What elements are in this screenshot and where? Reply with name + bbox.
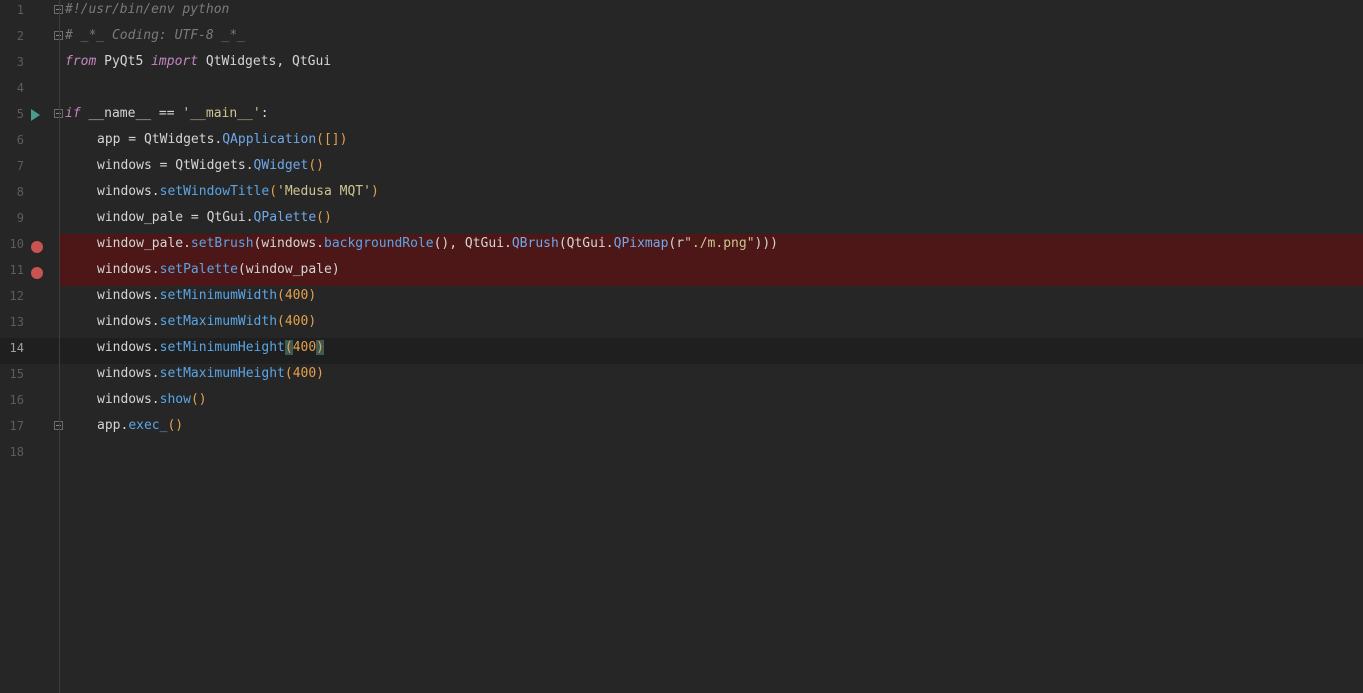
line-number: 5	[16, 107, 24, 121]
line-number: 13	[9, 315, 24, 329]
breakpoint-icon[interactable]	[31, 241, 43, 253]
code-line-4[interactable]: 4	[0, 78, 1363, 104]
code-text[interactable]: windows = QtWidgets.QWidget()	[65, 156, 324, 182]
code-text[interactable]: windows.show()	[65, 390, 207, 416]
line-number: 8	[16, 185, 24, 199]
line-number: 10	[9, 237, 24, 251]
line-number: 4	[16, 81, 24, 95]
line-number: 6	[16, 133, 24, 147]
code-line-8[interactable]: 8 windows.setWindowTitle('Medusa MQT')	[0, 182, 1363, 208]
code-line-3[interactable]: 3 from PyQt5 import QtWidgets, QtGui	[0, 52, 1363, 78]
line-number: 2	[16, 29, 24, 43]
code-line-7[interactable]: 7 windows = QtWidgets.QWidget()	[0, 156, 1363, 182]
line-number: 7	[16, 159, 24, 173]
code-text[interactable]: from PyQt5 import QtWidgets, QtGui	[65, 52, 331, 78]
line-number: 11	[9, 263, 24, 277]
code-text[interactable]: window_pale.setBrush(windows.backgroundR…	[65, 234, 778, 260]
code-text[interactable]: if __name__ == '__main__':	[65, 104, 269, 130]
code-line-17[interactable]: 17 app.exec_()	[0, 416, 1363, 442]
code-line-13[interactable]: 13 windows.setMaximumWidth(400)	[0, 312, 1363, 338]
line-number: 12	[9, 289, 24, 303]
code-text[interactable]: windows.setMaximumWidth(400)	[65, 312, 316, 338]
code-text[interactable]: windows.setPalette(window_pale)	[65, 260, 340, 286]
code-line-14[interactable]: 14 windows.setMinimumHeight(400)	[0, 338, 1363, 364]
code-text[interactable]: #!/usr/bin/env python	[65, 0, 229, 26]
line-number: 18	[9, 445, 24, 459]
line-number: 3	[16, 55, 24, 69]
line-number: 15	[9, 367, 24, 381]
line-number: 14	[9, 341, 24, 355]
line-number: 17	[9, 419, 24, 433]
code-line-9[interactable]: 9 window_pale = QtGui.QPalette()	[0, 208, 1363, 234]
code-line-10[interactable]: 10 window_pale.setBrush(windows.backgrou…	[0, 234, 1363, 260]
code-line-11[interactable]: 11 windows.setPalette(window_pale)	[0, 260, 1363, 286]
matched-paren: )	[316, 340, 324, 355]
code-text[interactable]: window_pale = QtGui.QPalette()	[65, 208, 332, 234]
code-line-5[interactable]: 5 if __name__ == '__main__':	[0, 104, 1363, 130]
code-line-1[interactable]: 1 #!/usr/bin/env python	[0, 0, 1363, 26]
code-line-6[interactable]: 6 app = QtWidgets.QApplication([])	[0, 130, 1363, 156]
code-line-16[interactable]: 16 windows.show()	[0, 390, 1363, 416]
code-line-12[interactable]: 12 windows.setMinimumWidth(400)	[0, 286, 1363, 312]
code-text[interactable]: windows.setWindowTitle('Medusa MQT')	[65, 182, 379, 208]
code-text[interactable]: # _*_ Coding: UTF-8 _*_	[65, 26, 245, 52]
code-text[interactable]: app.exec_()	[65, 416, 183, 442]
code-text[interactable]: windows.setMinimumWidth(400)	[65, 286, 316, 312]
code-line-15[interactable]: 15 windows.setMaximumHeight(400)	[0, 364, 1363, 390]
breakpoint-icon[interactable]	[31, 267, 43, 279]
line-number: 1	[16, 3, 24, 17]
line-number: 9	[16, 211, 24, 225]
code-line-18[interactable]: 18	[0, 442, 1363, 468]
matched-paren: (	[284, 340, 293, 355]
code-editor[interactable]: 1 #!/usr/bin/env python 2 # _*_ Coding: …	[0, 0, 1363, 693]
line-number: 16	[9, 393, 24, 407]
gutter-divider-overlay	[59, 0, 60, 693]
code-text[interactable]: windows.setMinimumHeight(400)	[65, 338, 324, 364]
code-text[interactable]: windows.setMaximumHeight(400)	[65, 364, 324, 390]
code-line-2[interactable]: 2 # _*_ Coding: UTF-8 _*_	[0, 26, 1363, 52]
run-icon[interactable]	[31, 109, 40, 121]
code-text[interactable]: app = QtWidgets.QApplication([])	[65, 130, 347, 156]
